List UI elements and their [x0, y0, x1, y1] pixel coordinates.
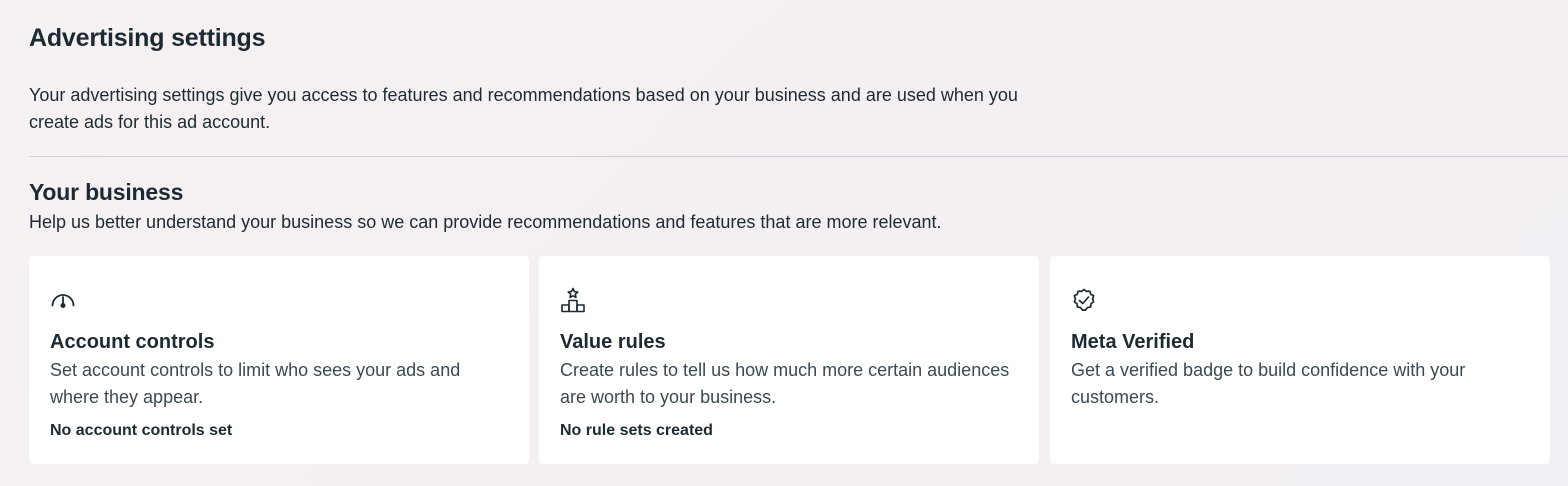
section-divider	[29, 156, 1568, 157]
card-title: Account controls	[50, 331, 215, 353]
section-description: Help us better understand your business …	[29, 212, 942, 232]
page-title: Advertising settings	[29, 24, 266, 52]
section-title: Your business	[29, 179, 184, 205]
card-status: No rule sets created	[560, 422, 713, 439]
gauge-icon	[49, 286, 77, 314]
card-title: Meta Verified	[1071, 331, 1195, 353]
advertising-settings-page: Advertising settings Your advertising se…	[0, 0, 1568, 486]
card-description: Set account controls to limit who sees y…	[50, 360, 461, 407]
podium-star-icon	[559, 286, 587, 314]
value-rules-card[interactable]: Value rules Create rules to tell us how …	[539, 256, 1039, 464]
verified-badge-icon	[1070, 286, 1098, 314]
card-title: Value rules	[560, 331, 666, 353]
card-status: No account controls set	[50, 422, 233, 439]
page-description: Your advertising settings give you acces…	[29, 85, 1018, 132]
account-controls-card[interactable]: Account controls Set account controls to…	[29, 256, 529, 464]
meta-verified-card[interactable]: Meta Verified Get a verified badge to bu…	[1050, 256, 1550, 464]
card-description: Create rules to tell us how much more ce…	[560, 360, 1010, 407]
card-description: Get a verified badge to build confidence…	[1071, 360, 1466, 407]
